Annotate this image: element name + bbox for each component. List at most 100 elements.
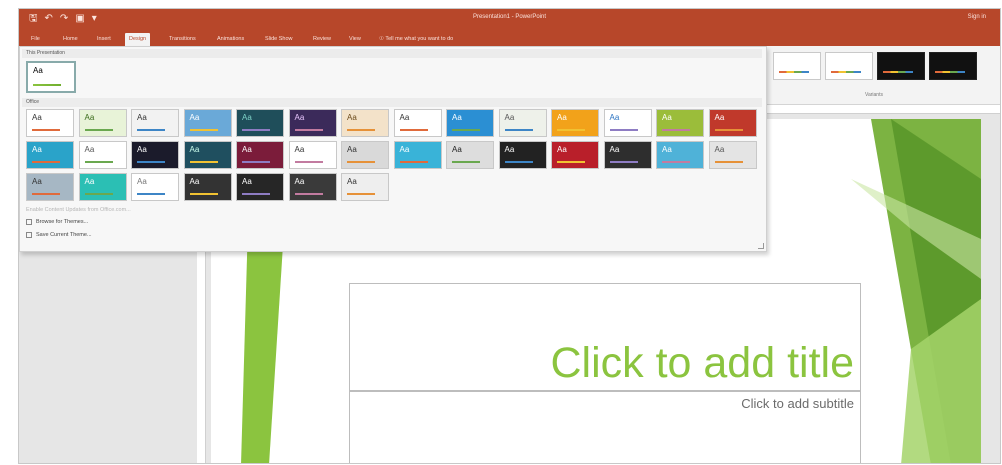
theme-thumb-aa: Aa: [137, 177, 147, 186]
theme-thumb[interactable]: Aa: [446, 141, 494, 169]
theme-thumb[interactable]: Aa: [393, 109, 442, 137]
theme-thumb-aa: Aa: [662, 113, 672, 122]
tab-slide-show[interactable]: Slide Show: [261, 33, 297, 46]
theme-thumb[interactable]: Aa: [183, 109, 232, 137]
theme-thumb-aa: Aa: [32, 113, 42, 122]
variant-thumb-4[interactable]: [929, 52, 977, 80]
theme-thumb[interactable]: Aa: [288, 109, 337, 137]
theme-thumb[interactable]: Aa: [236, 173, 284, 201]
theme-thumb-aa: Aa: [137, 145, 147, 154]
theme-thumb-aa: Aa: [189, 145, 200, 154]
tab-view[interactable]: View: [345, 33, 365, 46]
theme-thumb-aa: Aa: [32, 177, 42, 186]
theme-thumb[interactable]: Aa: [603, 109, 652, 137]
theme-thumb[interactable]: Aa: [341, 109, 389, 137]
tell-me-text: Tell me what you want to do: [385, 36, 454, 42]
variant-thumb-1[interactable]: [773, 52, 821, 80]
theme-thumb[interactable]: Aa: [341, 141, 389, 169]
theme-thumb-aa: Aa: [84, 113, 95, 122]
theme-thumb[interactable]: Aa: [288, 173, 337, 201]
theme-thumb-aa: Aa: [714, 145, 725, 154]
theme-thumb[interactable]: Aa: [708, 141, 757, 169]
theme-thumb[interactable]: Aa: [78, 173, 127, 201]
theme-thumb-aa: Aa: [294, 113, 305, 122]
save-theme-icon: [26, 232, 32, 238]
browse-themes-text: Browse for Themes...: [36, 219, 89, 225]
theme-thumb[interactable]: Aa: [236, 141, 284, 169]
resize-grip[interactable]: [758, 243, 764, 249]
tab-design[interactable]: Design: [125, 33, 151, 46]
section-this-presentation: This Presentation: [22, 49, 762, 58]
theme-thumb[interactable]: Aa: [131, 141, 179, 169]
tab-home[interactable]: Home: [59, 33, 82, 46]
theme-thumb-aa: Aa: [294, 177, 305, 186]
theme-thumb[interactable]: Aa: [183, 173, 232, 201]
variants-label: Variants: [865, 92, 883, 98]
theme-thumb-aa: Aa: [84, 177, 95, 186]
theme-thumb[interactable]: Aa: [183, 141, 232, 169]
theme-thumb[interactable]: Aa: [708, 109, 757, 137]
variant-thumb-3[interactable]: [877, 52, 925, 80]
theme-thumb[interactable]: Aa: [26, 141, 74, 169]
title-placeholder-text: Click to add title: [550, 339, 854, 387]
theme-thumb[interactable]: Aa: [78, 141, 127, 169]
sign-in-link[interactable]: Sign in: [968, 14, 986, 20]
theme-thumb[interactable]: Aa: [236, 109, 284, 137]
theme-thumb-aa: Aa: [32, 145, 42, 154]
theme-thumb[interactable]: Aa: [131, 109, 179, 137]
theme-thumb[interactable]: Aa: [78, 109, 127, 137]
tab-insert[interactable]: Insert: [93, 33, 115, 46]
theme-thumb-aa: Aa: [294, 145, 305, 154]
window-title: Presentation1 - PowerPoint: [472, 14, 547, 20]
subtitle-placeholder[interactable]: Click to add subtitle: [349, 391, 861, 463]
theme-thumb[interactable]: Aa: [131, 173, 179, 201]
theme-thumb[interactable]: Aa: [446, 109, 494, 137]
theme-thumb[interactable]: Aa: [26, 173, 74, 201]
theme-thumb[interactable]: Aa: [603, 141, 652, 169]
theme-thumb[interactable]: Aa: [26, 109, 74, 137]
enable-content-updates-text: Enable Content Updates from Office.com..…: [26, 207, 131, 213]
theme-thumb-aa: Aa: [609, 145, 620, 154]
theme-thumb[interactable]: Aa: [393, 141, 442, 169]
theme-current[interactable]: Aa: [26, 61, 76, 93]
theme-thumb[interactable]: Aa: [656, 141, 704, 169]
theme-thumb-aa: Aa: [452, 145, 462, 154]
tab-animations[interactable]: Animations: [213, 33, 248, 46]
horizontal-ruler: [765, 105, 1000, 114]
subtitle-placeholder-text: Click to add subtitle: [741, 396, 854, 411]
theme-thumb[interactable]: Aa: [551, 141, 599, 169]
save-current-theme-item[interactable]: Save Current Theme...: [26, 232, 92, 238]
enable-content-updates-item: Enable Content Updates from Office.com..…: [26, 207, 131, 213]
theme-thumb-aa: Aa: [189, 113, 200, 122]
theme-current-aa: Aa: [33, 66, 43, 75]
title-placeholder[interactable]: Click to add title: [349, 283, 861, 391]
theme-thumb[interactable]: Aa: [341, 173, 389, 201]
theme-thumb-aa: Aa: [609, 113, 620, 122]
tab-review[interactable]: Review: [309, 33, 335, 46]
theme-thumb[interactable]: Aa: [498, 141, 547, 169]
themes-gallery: This Presentation Aa Office Aa Aa Aa Aa Aa Aa…: [19, 46, 767, 252]
theme-thumb-aa: Aa: [714, 113, 725, 122]
browse-themes-item[interactable]: Browse for Themes...: [26, 219, 88, 225]
theme-thumb-aa: Aa: [504, 145, 515, 154]
theme-thumb-aa: Aa: [399, 113, 410, 122]
theme-thumb[interactable]: Aa: [498, 109, 547, 137]
tab-file[interactable]: File: [27, 33, 44, 46]
theme-thumb-aa: Aa: [242, 113, 252, 122]
theme-thumb-aa: Aa: [242, 145, 252, 154]
theme-thumb-aa: Aa: [557, 145, 567, 154]
theme-thumb[interactable]: Aa: [656, 109, 704, 137]
tab-transitions[interactable]: Transitions: [165, 33, 200, 46]
theme-thumb-aa: Aa: [399, 145, 410, 154]
theme-thumb[interactable]: Aa: [551, 109, 599, 137]
theme-thumb[interactable]: Aa: [288, 141, 337, 169]
theme-thumb-aa: Aa: [347, 145, 357, 154]
save-current-theme-text: Save Current Theme...: [36, 232, 92, 238]
theme-thumb-aa: Aa: [347, 113, 357, 122]
theme-thumb-aa: Aa: [242, 177, 252, 186]
variant-thumb-2[interactable]: [825, 52, 873, 80]
variants-group: Variants: [765, 46, 1000, 105]
lightbulb-icon: ☉: [379, 36, 384, 42]
folder-icon: [26, 219, 32, 225]
tell-me-box[interactable]: ☉ Tell me what you want to do: [379, 33, 453, 46]
